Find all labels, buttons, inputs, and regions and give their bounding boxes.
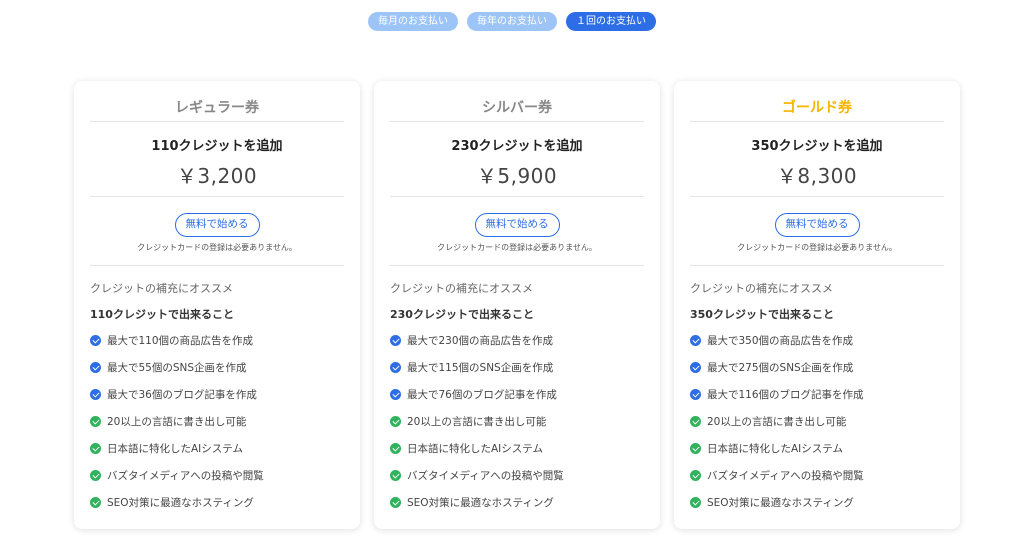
check-circle-icon	[690, 389, 701, 400]
plan-card-gold: ゴールド券 350クレジットを追加 ￥8,300 無料で始める クレジットカード…	[674, 81, 960, 529]
check-circle-icon	[690, 416, 701, 427]
feature-item: 最大で350個の商品広告を作成	[690, 327, 944, 354]
feature-item: SEO対策に最適なホスティング	[90, 489, 344, 516]
feature-item: SEO対策に最適なホスティング	[690, 489, 944, 516]
tab-monthly[interactable]: 毎月のお支払い	[368, 12, 458, 31]
feature-item: 最大で110個の商品広告を作成	[90, 327, 344, 354]
check-circle-icon	[90, 335, 101, 346]
check-circle-icon	[390, 443, 401, 454]
no-card-note: クレジットカードの登録は必要ありません。	[437, 243, 597, 252]
check-circle-icon	[390, 335, 401, 346]
feature-item: 最大で36個のブログ記事を作成	[90, 381, 344, 408]
plan-credits: 350クレジットを追加	[751, 139, 883, 154]
feature-item: 最大で55個のSNS企画を作成	[90, 354, 344, 381]
plan-price: ￥5,900	[476, 164, 558, 188]
feature-item: SEO対策に最適なホスティング	[390, 489, 644, 516]
plan-price: ￥8,300	[776, 164, 858, 188]
check-circle-icon	[390, 497, 401, 508]
tab-one-time[interactable]: １回のお支払い	[566, 12, 656, 31]
divider	[390, 121, 644, 122]
plan-cando-heading: 350クレジットで出来ること	[690, 308, 834, 321]
feature-item: バズタイメディアへの投稿や閲覧	[390, 462, 644, 489]
start-free-button[interactable]: 無料で始める	[174, 213, 260, 237]
check-circle-icon	[90, 416, 101, 427]
check-circle-icon	[90, 389, 101, 400]
divider	[690, 265, 944, 266]
start-free-button[interactable]: 無料で始める	[474, 213, 560, 237]
plan-recommend: クレジットの補充にオススメ	[90, 282, 233, 295]
feature-list: 最大で350個の商品広告を作成 最大で275個のSNS企画を作成 最大で116個…	[690, 327, 944, 516]
feature-item: 最大で230個の商品広告を作成	[390, 327, 644, 354]
feature-item: 20以上の言語に書き出し可能	[90, 408, 344, 435]
plan-recommend: クレジットの補充にオススメ	[390, 282, 533, 295]
plan-recommend: クレジットの補充にオススメ	[690, 282, 833, 295]
billing-period-tabs: 毎月のお支払い 毎年のお支払い １回のお支払い	[0, 12, 1024, 31]
check-circle-icon	[390, 389, 401, 400]
feature-item: バズタイメディアへの投稿や閲覧	[90, 462, 344, 489]
feature-item: 最大で275個のSNS企画を作成	[690, 354, 944, 381]
start-free-button[interactable]: 無料で始める	[774, 213, 860, 237]
feature-list: 最大で110個の商品広告を作成 最大で55個のSNS企画を作成 最大で36個のブ…	[90, 327, 344, 516]
feature-item: 日本語に特化したAIシステム	[690, 435, 944, 462]
check-circle-icon	[390, 416, 401, 427]
check-circle-icon	[90, 497, 101, 508]
divider	[390, 196, 644, 197]
divider	[90, 121, 344, 122]
check-circle-icon	[690, 497, 701, 508]
divider	[690, 196, 944, 197]
feature-item: バズタイメディアへの投稿や閲覧	[690, 462, 944, 489]
no-card-note: クレジットカードの登録は必要ありません。	[137, 243, 297, 252]
check-circle-icon	[90, 362, 101, 373]
check-circle-icon	[690, 362, 701, 373]
divider	[90, 265, 344, 266]
plan-title: シルバー券	[482, 100, 552, 116]
plan-card-regular: レギュラー券 110クレジットを追加 ￥3,200 無料で始める クレジットカー…	[74, 81, 360, 529]
feature-list: 最大で230個の商品広告を作成 最大で115個のSNS企画を作成 最大で76個の…	[390, 327, 644, 516]
check-circle-icon	[690, 443, 701, 454]
plan-price: ￥3,200	[176, 164, 258, 188]
plan-cando-heading: 110クレジットで出来ること	[90, 308, 234, 321]
feature-item: 20以上の言語に書き出し可能	[690, 408, 944, 435]
feature-item: 日本語に特化したAIシステム	[90, 435, 344, 462]
check-circle-icon	[390, 470, 401, 481]
feature-item: 日本語に特化したAIシステム	[390, 435, 644, 462]
plan-title: レギュラー券	[175, 100, 259, 116]
divider	[390, 265, 644, 266]
plan-card-silver: シルバー券 230クレジットを追加 ￥5,900 無料で始める クレジットカード…	[374, 81, 660, 529]
feature-item: 20以上の言語に書き出し可能	[390, 408, 644, 435]
pricing-cards: レギュラー券 110クレジットを追加 ￥3,200 無料で始める クレジットカー…	[74, 81, 960, 529]
plan-cando-heading: 230クレジットで出来ること	[390, 308, 534, 321]
divider	[690, 121, 944, 122]
divider	[90, 196, 344, 197]
check-circle-icon	[390, 362, 401, 373]
no-card-note: クレジットカードの登録は必要ありません。	[737, 243, 897, 252]
feature-item: 最大で76個のブログ記事を作成	[390, 381, 644, 408]
check-circle-icon	[90, 470, 101, 481]
plan-credits: 110クレジットを追加	[151, 139, 283, 154]
check-circle-icon	[690, 470, 701, 481]
check-circle-icon	[690, 335, 701, 346]
tab-yearly[interactable]: 毎年のお支払い	[467, 12, 557, 31]
plan-credits: 230クレジットを追加	[451, 139, 583, 154]
feature-item: 最大で115個のSNS企画を作成	[390, 354, 644, 381]
plan-title: ゴールド券	[782, 100, 852, 116]
feature-item: 最大で116個のブログ記事を作成	[690, 381, 944, 408]
check-circle-icon	[90, 443, 101, 454]
